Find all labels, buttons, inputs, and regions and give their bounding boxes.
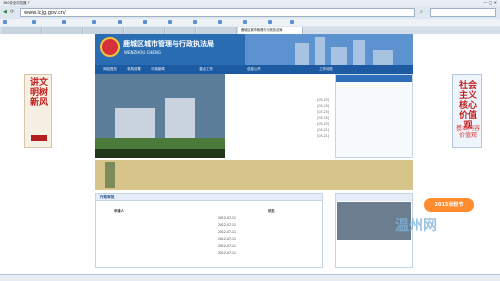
watermark-text: 温州网 [395,218,437,234]
building-icon [353,40,365,65]
browser-tab[interactable] [125,27,165,34]
news-item[interactable]: [03-25] [233,110,333,115]
nav-item[interactable]: 行政新闻 [147,65,169,74]
left-float-ad[interactable]: 讲文明树新风 [24,74,52,148]
bookmark-item[interactable] [218,20,223,25]
notice-header [336,75,412,82]
right-float-ad[interactable]: 社会主义核心价值观 基本内容价值观 [452,74,482,148]
site-title: 鹿城区城市管理与行政执法局 [123,39,214,48]
bookmark-item[interactable] [118,20,123,25]
news-item[interactable]: [03-25] [233,98,333,103]
building-icon [331,47,347,65]
bookmark-item[interactable] [168,20,173,25]
news-item[interactable]: [03-21] [233,128,333,133]
browser-tab[interactable] [197,27,237,34]
news-item[interactable]: [03-25] [233,116,333,121]
slogan-banner [95,160,413,190]
browser-tab[interactable] [2,27,42,34]
emblem-icon [100,37,120,57]
refresh-icon[interactable]: ⟳ [10,9,14,15]
browser-tab[interactable] [84,27,124,34]
site-icon [92,20,96,24]
browser-tab[interactable] [166,27,196,34]
nav-item[interactable]: 网站首页 [99,65,121,74]
news-item[interactable]: [03-21] [233,134,333,139]
status-bar [0,274,500,281]
window-controls[interactable]: — ▢ ✕ [483,0,497,6]
left-ad-text: 讲文明树新风 [29,78,48,108]
column-header: 状态 [268,209,275,213]
side-media-header [336,194,412,201]
headline-news[interactable] [230,76,330,82]
bookmark-item[interactable] [92,20,97,25]
photo-building [165,98,195,138]
search-icon[interactable]: ⌕ [420,9,423,15]
browser-tab[interactable] [43,27,83,34]
seal-icon [31,135,47,141]
address-bar[interactable]: www.lcjg.gov.cn/ [20,8,415,17]
pagoda-icon [105,162,115,188]
approval-table-hint [215,194,320,201]
star-icon [3,20,7,24]
news-item[interactable]: [03-25] [233,104,333,109]
nav-item[interactable] [387,65,409,74]
site-icon [193,20,197,24]
browser-tab-active[interactable]: 鹿城区城市管理与行政执法局 [238,27,303,34]
title-bar: 360安全浏览器 7 — ▢ ✕ [0,0,500,6]
building-icon [373,50,393,65]
bookmark-item[interactable] [243,20,248,25]
right-ad-subtext: 基本内容价值观 [455,125,480,139]
site-icon [290,20,294,24]
nav-item[interactable]: 工作动态 [315,65,337,74]
address-row: ◀ ⟳ www.lcjg.gov.cn/ ⌕ [0,7,500,18]
bookmark-item[interactable] [143,20,148,25]
nav-item[interactable] [267,65,289,74]
bookmark-item[interactable] [32,20,37,25]
photo-caption[interactable] [95,149,225,158]
site-icon [62,20,66,24]
nav-item[interactable] [219,65,241,74]
bookmark-item[interactable] [268,20,273,25]
site-icon [218,20,222,24]
bookmark-item[interactable] [193,20,198,25]
search-input[interactable] [430,8,496,17]
column-header: 申请人 [114,209,124,213]
site-icon [118,20,122,24]
photo-building [115,108,155,138]
right-ad-text: 社会主义核心价值观 [458,81,477,131]
bookmarks-bar [0,19,500,26]
promo-badge[interactable]: 2015米粉节 [424,198,474,212]
slogan-background [95,160,413,190]
site-icon [32,20,36,24]
nav-item[interactable]: 机构设置 [123,65,145,74]
nav-item[interactable] [339,65,361,74]
bookmark-item[interactable] [3,20,8,25]
window-title: 360安全浏览器 7 [3,1,30,5]
approval-table-panel [95,193,323,268]
nav-item[interactable]: 重点工作 [195,65,217,74]
site-icon [168,20,172,24]
nav-item[interactable] [171,65,193,74]
site-icon [143,20,147,24]
main-nav: 网站首页 机构设置 行政新闻 重点工作 信息公开 工作动态 [95,65,413,74]
site-icon [268,20,272,24]
site-title-en: WENZHOU CHENG [124,50,161,55]
bookmark-item[interactable] [62,20,67,25]
nav-item[interactable]: 信息公开 [243,65,265,74]
nav-item[interactable] [363,65,385,74]
back-icon[interactable]: ◀ [3,9,7,15]
approval-table-title: 行政审批 [100,195,115,199]
nav-item[interactable] [291,65,313,74]
news-photo[interactable] [95,74,225,158]
tab-strip: 鹿城区城市管理与行政执法局 [0,27,500,34]
news-item[interactable]: [03-25] [233,122,333,127]
notice-panel [335,74,413,158]
site-icon [243,20,247,24]
bookmark-item[interactable] [290,20,295,25]
